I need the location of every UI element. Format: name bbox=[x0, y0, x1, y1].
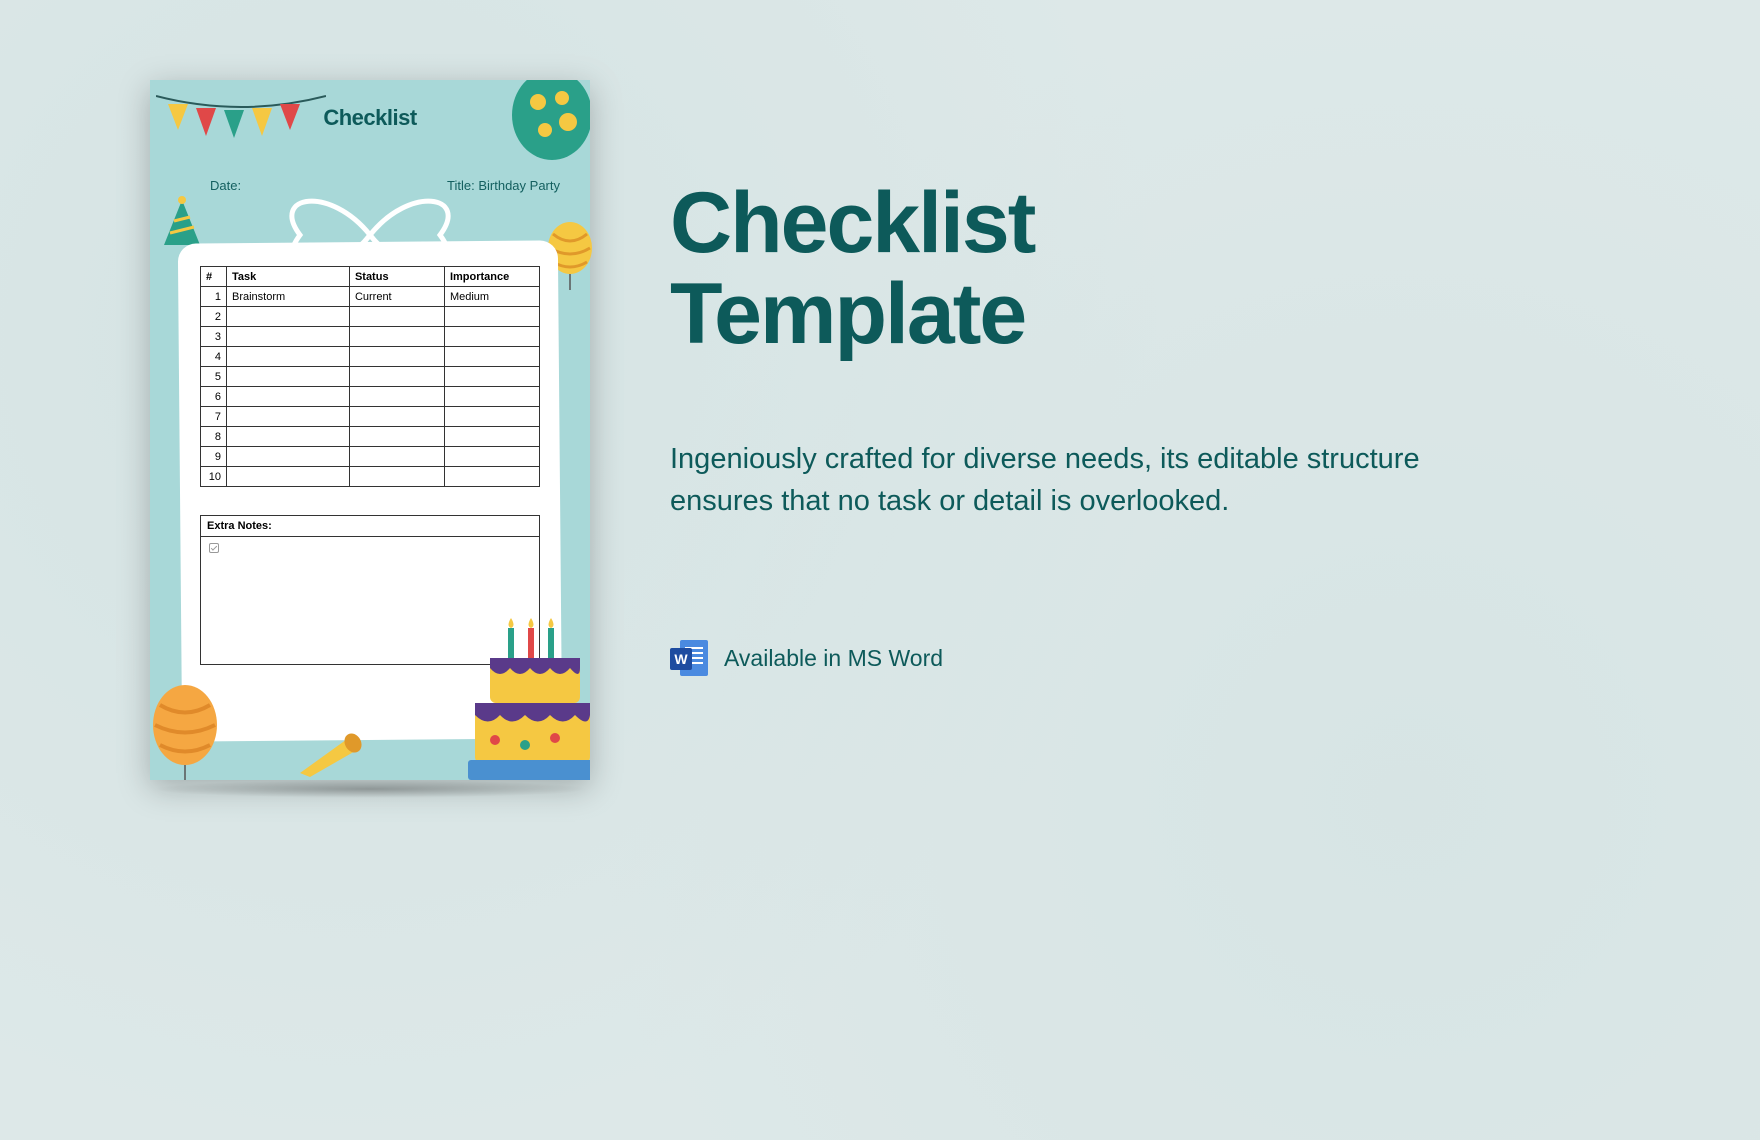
page-title: Checklist Template bbox=[670, 178, 1034, 360]
description-text: Ingeniously crafted for diverse needs, i… bbox=[670, 438, 1450, 522]
cell-num: 6 bbox=[201, 387, 227, 407]
birthday-cake-icon bbox=[440, 610, 590, 780]
cell-importance bbox=[444, 307, 539, 327]
cell-num: 7 bbox=[201, 407, 227, 427]
template-preview-card[interactable]: Checklist Date: Title: Birthday Party # bbox=[150, 80, 590, 780]
cell-task bbox=[226, 327, 349, 347]
col-task: Task bbox=[226, 267, 349, 287]
ms-word-icon: W bbox=[670, 638, 710, 678]
checklist-table: # Task Status Importance 1BrainstormCurr… bbox=[200, 266, 540, 487]
cell-status bbox=[349, 467, 444, 487]
table-header-row: # Task Status Importance bbox=[201, 267, 540, 287]
cell-status bbox=[349, 347, 444, 367]
table-row: 4 bbox=[201, 347, 540, 367]
table-row: 2 bbox=[201, 307, 540, 327]
cell-status bbox=[349, 407, 444, 427]
cell-num: 8 bbox=[201, 427, 227, 447]
table-row: 1BrainstormCurrentMedium bbox=[201, 287, 540, 307]
table-row: 6 bbox=[201, 387, 540, 407]
cell-num: 2 bbox=[201, 307, 227, 327]
cell-importance bbox=[444, 447, 539, 467]
card-shadow bbox=[150, 780, 590, 798]
cell-num: 1 bbox=[201, 287, 227, 307]
cell-num: 10 bbox=[201, 467, 227, 487]
cell-importance bbox=[444, 327, 539, 347]
cell-task: Brainstorm bbox=[226, 287, 349, 307]
headline-line-2: Template bbox=[670, 266, 1025, 362]
cell-importance bbox=[444, 407, 539, 427]
cell-task bbox=[226, 467, 349, 487]
cell-importance bbox=[444, 387, 539, 407]
checkbox-icon bbox=[209, 543, 219, 553]
table-row: 9 bbox=[201, 447, 540, 467]
cell-importance bbox=[444, 347, 539, 367]
table-row: 8 bbox=[201, 427, 540, 447]
cell-status: Current bbox=[349, 287, 444, 307]
availability-text: Available in MS Word bbox=[724, 645, 943, 672]
table-row: 3 bbox=[201, 327, 540, 347]
cell-importance: Medium bbox=[444, 287, 539, 307]
table-row: 5 bbox=[201, 367, 540, 387]
cell-num: 5 bbox=[201, 367, 227, 387]
cell-task bbox=[226, 427, 349, 447]
balloon-orange-icon bbox=[150, 670, 230, 780]
cell-status bbox=[349, 427, 444, 447]
col-importance: Importance bbox=[444, 267, 539, 287]
availability-row: W Available in MS Word bbox=[670, 638, 943, 678]
party-horn-icon bbox=[295, 725, 365, 780]
col-status: Status bbox=[349, 267, 444, 287]
headline-line-1: Checklist bbox=[670, 175, 1034, 271]
cell-task bbox=[226, 367, 349, 387]
bunting-icon bbox=[156, 88, 326, 148]
cell-task bbox=[226, 387, 349, 407]
cell-status bbox=[349, 307, 444, 327]
cell-status bbox=[349, 367, 444, 387]
cell-num: 4 bbox=[201, 347, 227, 367]
cell-num: 9 bbox=[201, 447, 227, 467]
cell-task bbox=[226, 347, 349, 367]
cell-importance bbox=[444, 427, 539, 447]
table-row: 10 bbox=[201, 467, 540, 487]
cell-importance bbox=[444, 367, 539, 387]
cell-num: 3 bbox=[201, 327, 227, 347]
cell-status bbox=[349, 447, 444, 467]
extra-notes-label: Extra Notes: bbox=[201, 516, 539, 537]
cell-importance bbox=[444, 467, 539, 487]
template-title: Checklist bbox=[323, 105, 416, 131]
cell-task bbox=[226, 407, 349, 427]
word-badge-letter: W bbox=[670, 648, 692, 670]
cell-status bbox=[349, 327, 444, 347]
col-num: # bbox=[201, 267, 227, 287]
cell-status bbox=[349, 387, 444, 407]
cell-task bbox=[226, 447, 349, 467]
table-row: 7 bbox=[201, 407, 540, 427]
cell-task bbox=[226, 307, 349, 327]
